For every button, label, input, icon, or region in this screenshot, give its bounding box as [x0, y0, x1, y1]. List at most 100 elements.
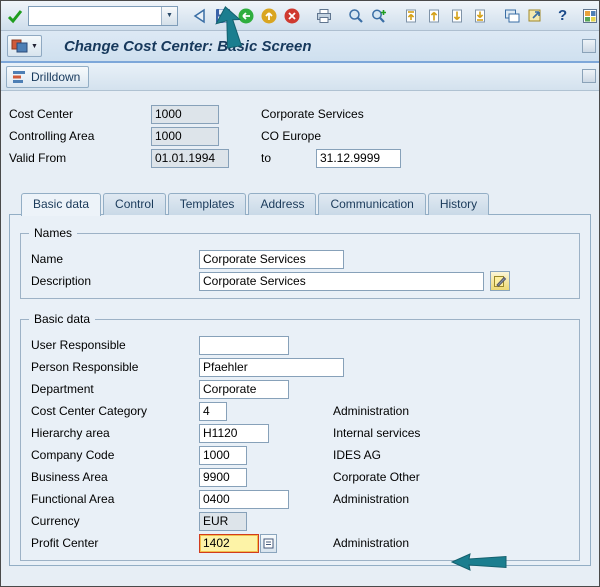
standard-toolbar: ▼ ? [1, 1, 599, 31]
last-page-icon[interactable] [470, 5, 490, 27]
profit-center-row: Profit Center Administration [31, 532, 569, 554]
sap-window: ▼ ? ▼ Change Cost Center: Basic Screen D… [0, 0, 600, 587]
long-text-edit-button[interactable] [490, 271, 510, 291]
page-title: Change Cost Center: Basic Screen [63, 37, 312, 55]
description-field[interactable] [199, 271, 484, 291]
application-toolbar: Drilldown [1, 63, 599, 91]
cost-center-category-field[interactable] [199, 401, 227, 421]
tab-templates[interactable]: Templates [167, 193, 247, 215]
screen-menu-button[interactable]: ▼ [7, 35, 42, 57]
command-input[interactable] [29, 6, 161, 25]
customize-icon[interactable] [580, 5, 599, 27]
functional-area-field[interactable] [199, 489, 289, 509]
cost-center-text: Corporate Services [261, 107, 364, 121]
valid-from-label: Valid From [9, 151, 67, 165]
cost-center-label: Cost Center [9, 107, 74, 121]
cost-center-category-row: Cost Center Category Administration [31, 400, 569, 422]
tab-control[interactable]: Control [103, 193, 166, 215]
tab-history[interactable]: History [427, 193, 490, 215]
command-dropdown-icon[interactable]: ▼ [161, 6, 177, 25]
name-field[interactable] [199, 249, 344, 269]
functional-area-row: Functional Area Administration [31, 488, 569, 510]
annotation-arrow-profit-center [450, 553, 507, 571]
valid-to-field[interactable] [316, 148, 401, 168]
department-label: Department [31, 382, 94, 396]
find-next-icon[interactable] [369, 5, 389, 27]
cost-center-category-label: Cost Center Category [31, 404, 148, 418]
header-row-valid-from: Valid From to [9, 147, 591, 169]
names-group: Names Name Description [20, 226, 580, 299]
functional-area-label: Functional Area [31, 492, 115, 506]
user-responsible-row: User Responsible [31, 334, 569, 356]
hierarchy-area-label: Hierarchy area [31, 426, 110, 440]
person-responsible-field[interactable] [199, 357, 344, 377]
print-icon[interactable] [314, 5, 334, 27]
header-row-cost-center: Cost Center Corporate Services [9, 103, 591, 125]
basic-data-group: Basic data User Responsible Person Respo… [20, 312, 580, 561]
hierarchy-area-text: Internal services [333, 426, 421, 440]
hierarchy-area-row: Hierarchy area Internal services [31, 422, 569, 444]
valid-from-field[interactable] [151, 148, 229, 168]
drilldown-button[interactable]: Drilldown [6, 65, 90, 88]
user-responsible-field[interactable] [199, 335, 289, 355]
drilldown-icon [13, 70, 25, 83]
controlling-area-text: CO Europe [261, 129, 322, 143]
company-code-text: IDES AG [333, 448, 382, 462]
controlling-area-field[interactable] [151, 126, 219, 146]
profit-center-text: Administration [333, 536, 410, 550]
profit-center-matchcode-button[interactable] [260, 533, 277, 553]
page-down-icon[interactable] [447, 5, 467, 27]
enter-icon[interactable] [5, 5, 25, 27]
controlling-area-label: Controlling Area [9, 129, 95, 143]
appbar-edge-button[interactable] [582, 69, 596, 83]
tab-panel-basic-data: Names Name Description Basic data Use [9, 214, 591, 566]
profit-center-field[interactable] [199, 533, 259, 553]
person-responsible-label: Person Responsible [31, 360, 139, 374]
titlebar-edge-button[interactable] [582, 39, 596, 53]
business-area-text: Corporate Other [333, 470, 420, 484]
currency-label: Currency [31, 514, 80, 528]
business-area-field[interactable] [199, 467, 247, 487]
tab-strip: Basic data Control Templates Address Com… [21, 193, 591, 216]
company-code-field[interactable] [199, 445, 247, 465]
page-up-icon[interactable] [424, 5, 444, 27]
business-area-row: Business Area Corporate Other [31, 466, 569, 488]
functional-area-text: Administration [333, 492, 410, 506]
description-row: Description [31, 270, 569, 292]
business-area-label: Business Area [31, 470, 108, 484]
names-group-title: Names [29, 226, 78, 240]
annotation-arrow-save [215, 6, 243, 49]
name-row: Name [31, 248, 569, 270]
command-field-combo: ▼ [28, 5, 178, 26]
matchcode-icon [263, 538, 274, 548]
currency-field[interactable] [199, 511, 247, 531]
exit-icon[interactable] [259, 5, 279, 27]
cancel-icon[interactable] [282, 5, 302, 27]
tab-address[interactable]: Address [248, 193, 317, 215]
department-row: Department [31, 378, 569, 400]
basic-data-group-title: Basic data [29, 312, 96, 326]
hierarchy-area-field[interactable] [199, 423, 269, 443]
department-field[interactable] [199, 379, 289, 399]
currency-row: Currency [31, 510, 569, 532]
help-icon[interactable]: ? [557, 5, 568, 27]
tab-communication[interactable]: Communication [318, 193, 426, 215]
company-code-row: Company Code IDES AG [31, 444, 569, 466]
cost-center-field[interactable] [151, 104, 219, 124]
title-bar: ▼ Change Cost Center: Basic Screen [1, 31, 599, 63]
create-shortcut-icon[interactable] [525, 5, 545, 27]
new-session-icon[interactable] [502, 5, 522, 27]
description-label: Description [31, 274, 92, 288]
person-responsible-row: Person Responsible [31, 356, 569, 378]
find-icon[interactable] [346, 5, 366, 27]
valid-to-label: to [261, 151, 272, 165]
profit-center-label: Profit Center [31, 536, 99, 550]
first-page-icon[interactable] [401, 5, 421, 27]
company-code-label: Company Code [31, 448, 115, 462]
main-content: Cost Center Corporate Services Controlli… [1, 91, 599, 566]
tab-basic-data[interactable]: Basic data [21, 193, 102, 216]
pencil-icon [494, 276, 507, 287]
name-label: Name [31, 252, 64, 266]
chevron-down-icon: ▼ [31, 42, 38, 50]
drilldown-label: Drilldown [31, 69, 81, 84]
